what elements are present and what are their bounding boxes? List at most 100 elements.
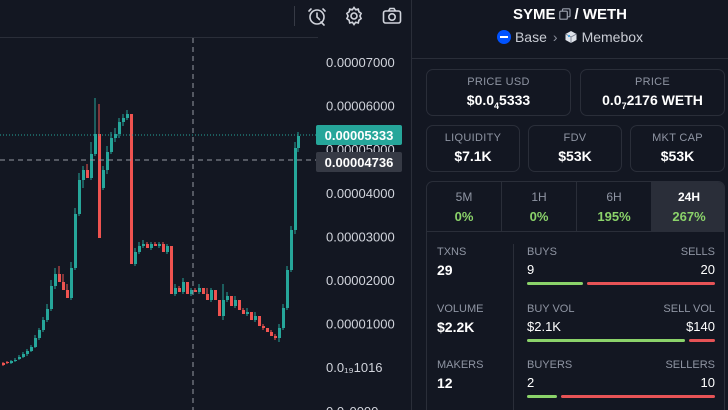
base-token[interactable]: SYME: [513, 6, 556, 23]
buy-share-bar: [527, 395, 557, 398]
candle: [146, 242, 149, 248]
candle-body: [126, 114, 129, 118]
candle-body: [138, 246, 141, 252]
fdv-value: $53K: [558, 148, 592, 164]
candle-body: [22, 354, 25, 357]
chart-toolbar: [0, 0, 412, 32]
tab-6h[interactable]: 6H 195%: [577, 182, 652, 232]
candle: [178, 286, 181, 292]
price-axis[interactable]: 0.000070000.000060000.000050000.00004000…: [326, 55, 395, 410]
candle: [186, 282, 189, 294]
sell-share-bar: [560, 395, 715, 398]
tab-change: 267%: [672, 209, 706, 224]
candle-body: [102, 170, 105, 188]
candle: [130, 114, 133, 264]
chain-name[interactable]: Base: [515, 29, 547, 45]
alarm-clock-icon[interactable]: [306, 5, 328, 27]
candle: [74, 208, 77, 270]
candle-body: [266, 328, 269, 332]
candle-body: [258, 316, 261, 326]
tab-5m[interactable]: 5M 0%: [427, 182, 502, 232]
tab-24h[interactable]: 24H 267%: [652, 182, 724, 232]
candle-body: [158, 244, 161, 246]
makers-label[interactable]: MAKERS: [437, 359, 483, 371]
tab-change: 195%: [597, 209, 631, 224]
candle: [102, 166, 105, 190]
candle: [22, 352, 25, 358]
candlestick-plot[interactable]: 0.000070000.000060000.000050000.00004000…: [0, 38, 412, 410]
candle: [34, 335, 37, 348]
candle-body: [254, 316, 257, 320]
candle-body: [174, 288, 177, 294]
candle-body: [214, 290, 217, 300]
candle: [162, 242, 165, 252]
buyvol-sellvol-row: BUY VOL SELL VOL $2.1K $140: [527, 303, 715, 342]
candle-body: [186, 282, 189, 294]
buys-label: BUYS: [527, 246, 557, 258]
copy-icon[interactable]: [558, 8, 571, 20]
candle-body: [270, 332, 273, 336]
buy-share-bar: [527, 282, 584, 285]
candle: [98, 104, 101, 238]
price-usd-value: $0.045333: [466, 92, 531, 111]
sell-share-bar: [688, 339, 715, 342]
candle-body: [74, 214, 77, 268]
quote-token: WETH: [582, 6, 628, 23]
candle: [142, 240, 145, 248]
candle: [66, 284, 69, 298]
candle-body: [250, 312, 253, 320]
candle: [38, 328, 41, 340]
tab-label: 6H: [606, 190, 622, 204]
pair-title: SYME / WETH: [412, 6, 728, 23]
candle-body: [2, 363, 5, 365]
candle: [166, 244, 169, 254]
candle-body: [98, 134, 101, 238]
price-axis-label: 0.00003000: [326, 229, 395, 244]
current-price-tag: 0.00005333: [316, 125, 402, 145]
sell-share-bar: [587, 282, 715, 285]
candle: [254, 312, 257, 322]
candle-body: [246, 312, 249, 314]
volume-label: VOLUME: [437, 303, 484, 315]
dex-name[interactable]: Memebox: [582, 29, 643, 45]
camera-icon[interactable]: [381, 5, 403, 27]
fdv-box: FDV $53K: [528, 125, 622, 172]
price-chart[interactable]: 0.00007000 0.00006000 0.00005000 0.00004000…: [0, 0, 412, 410]
candle: [230, 296, 233, 306]
txns-label: TXNS: [437, 246, 467, 258]
candle: [286, 266, 289, 310]
candle: [218, 300, 221, 316]
tab-1h[interactable]: 1H 0%: [502, 182, 577, 232]
candle: [154, 242, 157, 246]
sells-label: SELLS: [680, 246, 715, 258]
sells-value: 20: [700, 262, 715, 277]
fdv-label: FDV: [563, 132, 587, 144]
mkt-cap-box: MKT CAP $53K: [630, 125, 725, 172]
candle: [18, 355, 21, 360]
candle: [6, 361, 9, 364]
candle: [50, 280, 53, 311]
candle-body: [46, 309, 49, 320]
candle: [174, 284, 177, 296]
memebox-icon: [564, 31, 577, 43]
price-axis-label: 0.00007000: [326, 55, 395, 70]
buy-share-bar: [527, 339, 685, 342]
buyers-sellers-row: BUYERS SELLERS 2 10: [527, 359, 715, 398]
gear-icon[interactable]: [343, 5, 365, 27]
candle-body: [110, 138, 113, 152]
price-axis-label: 0.00006000: [326, 99, 395, 114]
candle-body: [70, 268, 73, 298]
candle-body: [142, 244, 145, 246]
candle: [70, 262, 73, 300]
candle-series: [2, 98, 300, 366]
candle: [210, 288, 213, 302]
candle-body: [82, 170, 85, 180]
candle: [14, 358, 17, 362]
period-stats-box: 5M 0% 1H 0% 6H 195% 24H 267% TXNS 29 VOL…: [426, 181, 725, 410]
candle: [62, 274, 65, 290]
liquidity-label: LIQUIDITY: [444, 132, 502, 144]
candle-body: [222, 300, 225, 316]
candle-body: [218, 300, 221, 316]
volume-value: $2.2K: [437, 319, 475, 335]
candle: [294, 142, 297, 234]
